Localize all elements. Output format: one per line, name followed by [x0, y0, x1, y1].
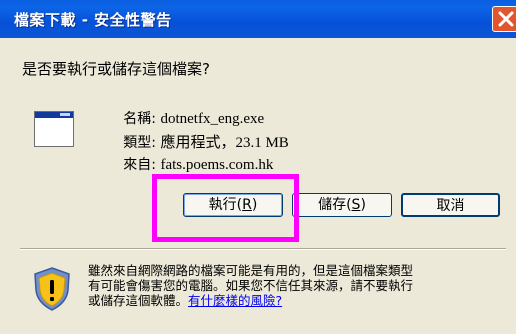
file-source-label: 來自:	[123, 157, 156, 173]
divider	[20, 248, 506, 250]
file-source-value: fats.poems.com.hk	[160, 157, 274, 173]
save-button[interactable]: 儲存(S)	[292, 193, 392, 217]
annotation-highlight-box	[152, 174, 299, 242]
warning-shield-icon	[34, 267, 70, 311]
file-name-row: 名稱: dotnetfx_eng.exe	[102, 108, 264, 128]
save-button-text: 儲存	[318, 197, 347, 213]
file-name-value: dotnetfx_eng.exe	[160, 111, 265, 127]
close-button[interactable]	[492, 6, 516, 32]
download-question: 是否要執行或儲存這個檔案?	[22, 60, 210, 78]
application-window-icon	[34, 111, 74, 147]
security-warning-text: 雖然來自網際網路的檔案可能是有用的，但是這個檔案類型 有可能會傷害您的電腦。如果…	[88, 263, 504, 308]
file-source-row: 來自: fats.poems.com.hk	[102, 154, 273, 174]
save-button-accesskey: S	[351, 197, 361, 213]
cancel-button[interactable]: 取消	[401, 193, 500, 217]
security-warning-dialog: 檔案下載 - 安全性警告 是否要執行或儲存這個檔案? 名稱: dotnetfx_…	[0, 0, 516, 334]
close-icon	[498, 11, 514, 27]
file-type-value: 應用程式，23.1 MB	[160, 135, 289, 151]
cancel-button-label: 取消	[436, 198, 465, 214]
file-type-label: 類型:	[123, 135, 156, 151]
file-type-row: 類型: 應用程式，23.1 MB	[102, 131, 289, 152]
warning-line-1: 雖然來自網際網路的檔案可能是有用的，但是這個檔案類型	[88, 263, 414, 278]
file-name-label: 名稱:	[123, 111, 156, 127]
warning-line-3-text: 或儲存這個軟體。	[88, 293, 189, 308]
risk-info-link[interactable]: 有什麼樣的風險?	[188, 293, 282, 308]
warning-line-2: 有可能會傷害您的電腦。如果您不信任其來源，請不要執行	[88, 278, 414, 293]
warning-line-3: 或儲存這個軟體。有什麼樣的風險?	[88, 293, 504, 308]
title-bar[interactable]: 檔案下載 - 安全性警告	[0, 0, 516, 38]
window-title: 檔案下載 - 安全性警告	[14, 11, 172, 29]
